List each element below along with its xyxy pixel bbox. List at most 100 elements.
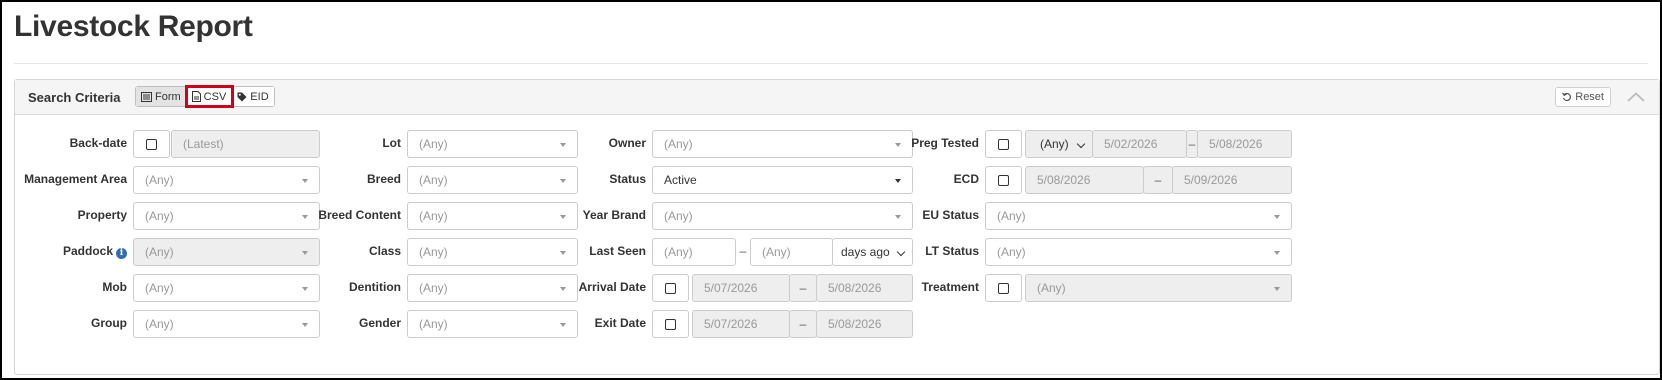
caret-down-icon	[1274, 287, 1280, 291]
chevron-up-icon	[1627, 92, 1645, 102]
preg-tested-to-input[interactable]: 5/08/2026	[1197, 130, 1292, 158]
preg-tested-from-input[interactable]: 5/02/2026	[1092, 130, 1187, 158]
caret-down-icon	[560, 215, 566, 219]
management-area-value: (Any)	[145, 173, 174, 187]
group-select[interactable]: (Any)	[133, 310, 320, 338]
preg-tested-result-select[interactable]: (Any)	[1025, 130, 1093, 158]
owner-select[interactable]: (Any)	[652, 130, 913, 158]
mode-eid-label: EID	[250, 90, 269, 103]
caret-down-icon	[895, 143, 901, 147]
collapse-panel-button[interactable]	[1625, 88, 1647, 106]
treatment-label: Treatment	[921, 280, 979, 294]
info-icon[interactable]: i	[116, 247, 127, 259]
arrival-date-label: Arrival Date	[578, 280, 646, 294]
lot-label: Lot	[382, 136, 401, 150]
checkbox-box	[665, 282, 676, 294]
status-select[interactable]: Active	[652, 166, 913, 194]
lt-status-select[interactable]: (Any)	[985, 238, 1292, 266]
back-date-input[interactable]: (Latest)	[171, 130, 320, 158]
breed-content-select[interactable]: (Any)	[407, 202, 578, 230]
dentition-value: (Any)	[419, 281, 448, 295]
checkbox-box	[146, 138, 157, 150]
title-divider	[14, 63, 1648, 64]
group-value: (Any)	[145, 317, 174, 331]
caret-down-icon	[560, 143, 566, 147]
caret-down-icon	[1274, 251, 1280, 255]
range-separator: –	[789, 310, 817, 338]
back-date-checkbox[interactable]	[133, 130, 170, 158]
class-select[interactable]: (Any)	[407, 238, 578, 266]
caret-down-icon	[560, 323, 566, 327]
caret-down-icon	[302, 251, 308, 255]
chevron-down-icon	[896, 247, 906, 257]
treatment-value: (Any)	[1037, 281, 1066, 295]
year-brand-select[interactable]: (Any)	[652, 202, 913, 230]
paddock-value: (Any)	[145, 245, 174, 259]
reset-label: Reset	[1575, 91, 1604, 103]
arrival-date-from-input[interactable]: 5/07/2026	[692, 274, 790, 302]
range-separator: –	[739, 244, 747, 258]
preg-tested-checkbox[interactable]	[985, 130, 1022, 158]
chevron-down-icon	[1076, 139, 1086, 149]
mob-select[interactable]: (Any)	[133, 274, 320, 302]
breed-value: (Any)	[419, 173, 448, 187]
dentition-label: Dentition	[349, 280, 401, 294]
checkbox-box	[998, 138, 1009, 150]
breed-content-value: (Any)	[419, 209, 448, 223]
lot-select[interactable]: (Any)	[407, 130, 578, 158]
exit-date-from-input[interactable]: 5/07/2026	[692, 310, 790, 338]
caret-down-icon	[302, 179, 308, 183]
checkbox-box	[998, 174, 1009, 186]
ecd-checkbox[interactable]	[985, 166, 1022, 194]
checkbox-box	[998, 282, 1009, 294]
management-area-select[interactable]: (Any)	[133, 166, 320, 194]
owner-label: Owner	[608, 136, 646, 150]
ecd-label: ECD	[953, 172, 979, 186]
exit-date-to-input[interactable]: 5/08/2026	[816, 310, 913, 338]
treatment-checkbox[interactable]	[985, 274, 1022, 302]
exit-date-checkbox[interactable]	[652, 310, 689, 338]
reset-button[interactable]: Reset	[1555, 87, 1611, 107]
last-seen-from-input[interactable]: (Any)	[652, 238, 736, 266]
gender-select[interactable]: (Any)	[407, 310, 578, 338]
arrival-date-to-input[interactable]: 5/08/2026	[816, 274, 913, 302]
range-separator: –	[789, 274, 817, 302]
last-seen-to-input[interactable]: (Any)	[750, 238, 833, 266]
back-date-label: Back-date	[69, 136, 127, 150]
class-label: Class	[368, 244, 401, 258]
panel-header: Search Criteria Form CSV EID Reset	[15, 80, 1659, 115]
eu-status-select[interactable]: (Any)	[985, 202, 1292, 230]
property-value: (Any)	[145, 209, 174, 223]
paddock-select[interactable]: (Any)	[133, 238, 320, 266]
search-criteria-panel: Search Criteria Form CSV EID Reset Back-…	[14, 79, 1660, 375]
treatment-select[interactable]: (Any)	[1025, 274, 1292, 302]
breed-select[interactable]: (Any)	[407, 166, 578, 194]
mode-form-button[interactable]: Form	[136, 87, 187, 106]
exit-date-label: Exit Date	[594, 316, 646, 330]
page-title: Livestock Report	[14, 10, 253, 43]
mode-csv-button[interactable]: CSV	[184, 85, 235, 108]
eu-status-label: EU Status	[922, 208, 979, 222]
dentition-select[interactable]: (Any)	[407, 274, 578, 302]
ecd-to-input[interactable]: 5/09/2026	[1172, 166, 1292, 194]
paddock-label: Paddock i	[15, 244, 127, 259]
group-label: Group	[91, 316, 127, 330]
ecd-from-input[interactable]: 5/08/2026	[1025, 166, 1144, 194]
breed-content-label: Breed Content	[318, 208, 401, 222]
preg-tested-result-value: (Any)	[1040, 137, 1069, 151]
mode-form-label: Form	[155, 90, 181, 103]
mode-eid-button[interactable]: EID	[232, 87, 274, 106]
last-seen-label: Last Seen	[589, 244, 646, 258]
property-select[interactable]: (Any)	[133, 202, 320, 230]
arrival-date-checkbox[interactable]	[652, 274, 689, 302]
caret-down-icon	[1274, 215, 1280, 219]
owner-value: (Any)	[664, 137, 693, 151]
last-seen-unit-select[interactable]: days ago	[832, 238, 913, 266]
preg-tested-label: Preg Tested	[911, 136, 979, 150]
caret-down-icon	[302, 323, 308, 327]
management-area-label: Management Area	[24, 172, 127, 186]
gender-value: (Any)	[419, 317, 448, 331]
tag-icon	[237, 92, 247, 102]
class-value: (Any)	[419, 245, 448, 259]
list-icon	[141, 91, 152, 102]
